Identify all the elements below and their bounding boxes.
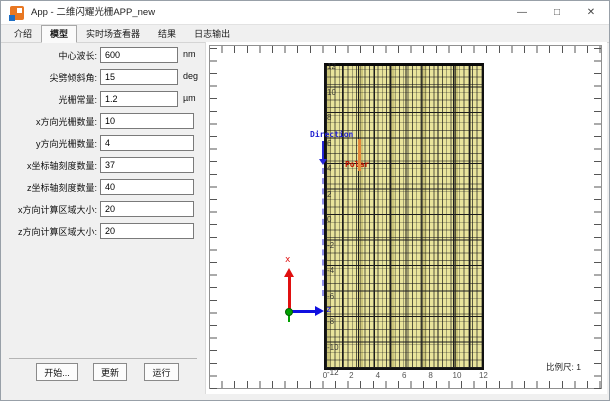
field-input-6[interactable] xyxy=(100,179,194,195)
title-bar: App - 二维闪耀光栅APP_new —□✕ xyxy=(1,1,609,25)
field-input-2[interactable] xyxy=(100,91,178,107)
field-label: 光栅常量: xyxy=(1,93,97,106)
y-tick-label: 12 xyxy=(327,62,336,71)
direction-arrow xyxy=(322,141,324,159)
model-view-panel: 024681012 121086420-2-4-6-8-10-12 Direct… xyxy=(205,42,607,394)
form-row: y方向光栅数量: xyxy=(1,135,205,151)
field-input-8[interactable] xyxy=(100,223,194,239)
x-tick-label: 2 xyxy=(343,371,359,380)
ruler-left xyxy=(209,45,217,389)
y-tick-label: 8 xyxy=(327,113,331,122)
tab-模型[interactable]: 模型 xyxy=(41,25,77,43)
tab-介绍[interactable]: 介绍 xyxy=(5,25,41,42)
tab-实时场查看器[interactable]: 实时场查看器 xyxy=(77,25,149,42)
form-row: x方向光栅数量: xyxy=(1,113,205,129)
x-tick-label: 4 xyxy=(370,371,386,380)
y-tick-label: 6 xyxy=(327,139,331,148)
minimize-button[interactable]: — xyxy=(505,1,539,25)
axis-x-label: x xyxy=(285,255,290,265)
app-window: App - 二维闪耀光栅APP_new —□✕ 介绍模型实时场查看器结果日志输出… xyxy=(0,0,610,401)
close-button[interactable]: ✕ xyxy=(574,1,608,25)
tab-日志输出[interactable]: 日志输出 xyxy=(185,25,239,42)
field-input-7[interactable] xyxy=(100,201,194,217)
run-button[interactable]: 运行 xyxy=(144,363,179,381)
ruler-top xyxy=(209,45,602,53)
form-row: z坐标轴刻度数量: xyxy=(1,179,205,195)
axis-origin-dot xyxy=(285,308,293,316)
field-label: z方向计算区域大小: xyxy=(1,225,97,238)
direction-arrowhead-icon xyxy=(319,159,327,165)
x-tick-label: 8 xyxy=(423,371,439,380)
field-label: y方向光栅数量: xyxy=(1,137,97,150)
field-input-4[interactable] xyxy=(100,135,194,151)
field-input-3[interactable] xyxy=(100,113,194,129)
ruler-bottom xyxy=(209,381,602,389)
field-label: z坐标轴刻度数量: xyxy=(1,181,97,194)
window-title: App - 二维闪耀光栅APP_new xyxy=(31,1,155,25)
form-row: z方向计算区域大小: xyxy=(1,223,205,239)
field-unit: µm xyxy=(183,93,196,103)
tab-bar: 介绍模型实时场查看器结果日志输出 xyxy=(1,25,609,43)
y-tick-label: 10 xyxy=(327,88,336,97)
x-tick-label: 10 xyxy=(449,371,465,380)
axis-z-label: z xyxy=(326,305,331,315)
tab-结果[interactable]: 结果 xyxy=(149,25,185,42)
form-row: 尖劈倾斜角: deg xyxy=(1,69,205,85)
field-unit: deg xyxy=(183,71,198,81)
form-row: 光栅常量: µm xyxy=(1,91,205,107)
field-label: 尖劈倾斜角: xyxy=(1,71,97,84)
x-tick-label: 6 xyxy=(396,371,412,380)
field-input-5[interactable] xyxy=(100,157,194,173)
form-row: x方向计算区域大小: xyxy=(1,201,205,217)
update-button[interactable]: 更新 xyxy=(93,363,127,381)
axis-z-arrowhead-icon xyxy=(315,306,324,316)
grating-mesh xyxy=(324,63,484,370)
axis-x-arrowhead-icon xyxy=(284,268,294,277)
y-tick-label: -4 xyxy=(327,266,334,275)
field-label: x坐标轴刻度数量: xyxy=(1,159,97,172)
y-tick-label: -2 xyxy=(327,241,334,250)
start-button[interactable]: 开始... xyxy=(36,363,78,381)
field-label: x方向光栅数量: xyxy=(1,115,97,128)
y-tick-label: 2 xyxy=(327,190,331,199)
app-icon xyxy=(10,6,24,20)
scale-indicator: 比例尺: 1 xyxy=(546,361,581,373)
y-tick-label: 4 xyxy=(327,164,331,173)
field-input-0[interactable] xyxy=(100,47,178,63)
y-tick-label: -12 xyxy=(327,368,339,377)
y-tick-label: -10 xyxy=(327,343,339,352)
divider-line xyxy=(9,358,197,359)
form-row: 中心波长: nm xyxy=(1,47,205,63)
y-tick-label: -6 xyxy=(327,292,334,301)
direction-annotation: Direction xyxy=(310,130,353,139)
field-label: x方向计算区域大小: xyxy=(1,203,97,216)
parameter-panel: 中心波长: nm 尖劈倾斜角: deg 光栅常量: µm x方向光栅数量: y方向光栅数量: x… xyxy=(1,43,205,401)
maximize-button[interactable]: □ xyxy=(540,1,574,25)
x-tick-label: 12 xyxy=(475,371,491,380)
polarization-marker xyxy=(358,139,361,171)
form-row: x坐标轴刻度数量: xyxy=(1,157,205,173)
axis-z-arrow xyxy=(289,310,317,313)
field-input-1[interactable] xyxy=(100,69,178,85)
field-label: 中心波长: xyxy=(1,49,97,62)
y-tick-label: 0 xyxy=(327,215,331,224)
field-unit: nm xyxy=(183,49,196,59)
ruler-right xyxy=(594,45,602,389)
direction-dashed-line xyxy=(322,168,324,296)
y-tick-label: -8 xyxy=(327,317,334,326)
axis-x-arrow xyxy=(288,276,291,312)
